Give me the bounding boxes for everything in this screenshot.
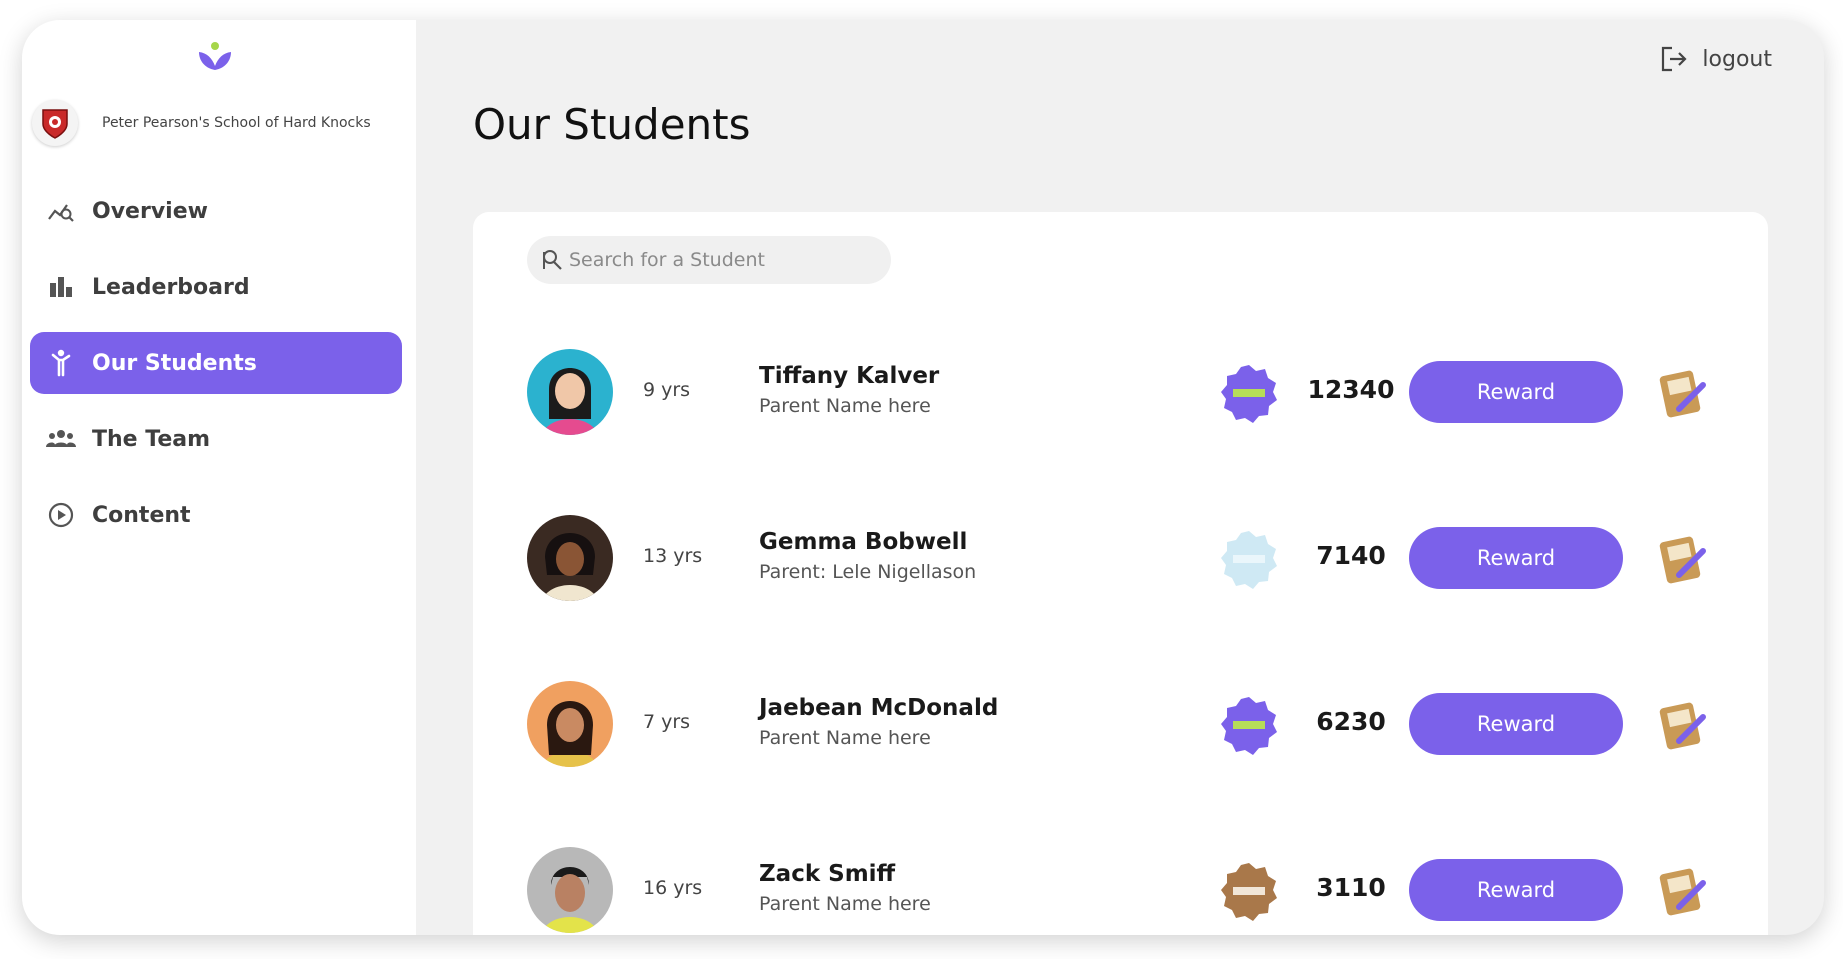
sidebar-nav: Overview Leaderboard Our Students The Te…: [30, 180, 402, 560]
search-icon: [543, 250, 562, 270]
chart-search-icon: [46, 196, 76, 226]
diamond-badge-icon: [1221, 531, 1277, 589]
student-avatar: [527, 515, 613, 601]
student-points: 3110: [1316, 873, 1386, 902]
bar-chart-icon: [46, 272, 76, 302]
reward-button[interactable]: Reward: [1409, 361, 1623, 423]
reward-button[interactable]: Reward: [1409, 527, 1623, 589]
sidebar-item-our-students[interactable]: Our Students: [30, 332, 402, 394]
student-name[interactable]: Jaebean McDonald: [759, 695, 998, 721]
search-input[interactable]: [567, 248, 871, 272]
student-avatar: [527, 847, 613, 933]
student-row: 16 yrs Zack Smiff Parent Name here 3110 …: [473, 847, 1768, 933]
sidebar-item-leaderboard[interactable]: Leaderboard: [30, 256, 402, 318]
school-info: Peter Pearson's School of Hard Knocks: [32, 100, 371, 146]
logout-button[interactable]: logout: [1660, 46, 1772, 72]
parent-name: Parent Name here: [759, 395, 931, 417]
page-title: Our Students: [473, 100, 751, 149]
students-card: 9 yrs Tiffany Kalver Parent Name here 12…: [473, 212, 1768, 935]
sidebar: Peter Pearson's School of Hard Knocks Ov…: [22, 20, 416, 935]
notebook-edit-icon[interactable]: [1657, 367, 1709, 419]
student-age: 9 yrs: [643, 379, 691, 401]
student-name[interactable]: Zack Smiff: [759, 861, 895, 887]
reward-button[interactable]: Reward: [1409, 693, 1623, 755]
student-age: 7 yrs: [643, 711, 691, 733]
newbie-badge-icon: [1221, 365, 1277, 423]
student-row: 13 yrs Gemma Bobwell Parent: Lele Nigell…: [473, 515, 1768, 601]
sidebar-item-the-team[interactable]: The Team: [30, 408, 402, 470]
student-points: 7140: [1316, 541, 1386, 570]
app-window: Peter Pearson's School of Hard Knocks Ov…: [22, 20, 1824, 935]
sidebar-item-label: Content: [92, 502, 191, 528]
student-row: 7 yrs Jaebean McDonald Parent Name here …: [473, 681, 1768, 767]
parent-name: Parent: Lele Nigellason: [759, 561, 977, 583]
bronze-badge-icon: [1221, 863, 1277, 921]
student-name[interactable]: Gemma Bobwell: [759, 529, 967, 555]
school-name: Peter Pearson's School of Hard Knocks: [102, 115, 371, 131]
logout-icon: [1662, 46, 1687, 72]
play-circle-icon: [46, 500, 76, 530]
sidebar-item-label: The Team: [92, 426, 211, 452]
student-icon: [46, 348, 76, 378]
reward-button[interactable]: Reward: [1409, 859, 1623, 921]
app-logo: [196, 40, 234, 76]
sidebar-item-label: Our Students: [92, 350, 257, 376]
search-box[interactable]: [527, 236, 891, 284]
team-icon: [46, 424, 76, 454]
notebook-edit-icon[interactable]: [1657, 699, 1709, 751]
notebook-edit-icon[interactable]: [1657, 533, 1709, 585]
parent-name: Parent Name here: [759, 893, 931, 915]
sidebar-item-content[interactable]: Content: [30, 484, 402, 546]
sidebar-item-overview[interactable]: Overview: [30, 180, 402, 242]
sidebar-item-label: Leaderboard: [92, 274, 250, 300]
student-avatar: [527, 681, 613, 767]
student-age: 13 yrs: [643, 545, 703, 567]
newbie-badge-icon: [1221, 697, 1277, 755]
parent-name: Parent Name here: [759, 727, 931, 749]
student-row: 9 yrs Tiffany Kalver Parent Name here 12…: [473, 349, 1768, 435]
school-crest-icon: [32, 100, 78, 146]
sidebar-item-label: Overview: [92, 198, 208, 224]
notebook-edit-icon[interactable]: [1657, 865, 1709, 917]
student-age: 16 yrs: [643, 877, 703, 899]
student-points: 12340: [1307, 375, 1395, 404]
student-name[interactable]: Tiffany Kalver: [759, 363, 939, 389]
student-avatar: [527, 349, 613, 435]
logout-label: logout: [1702, 46, 1772, 72]
student-points: 6230: [1316, 707, 1386, 736]
